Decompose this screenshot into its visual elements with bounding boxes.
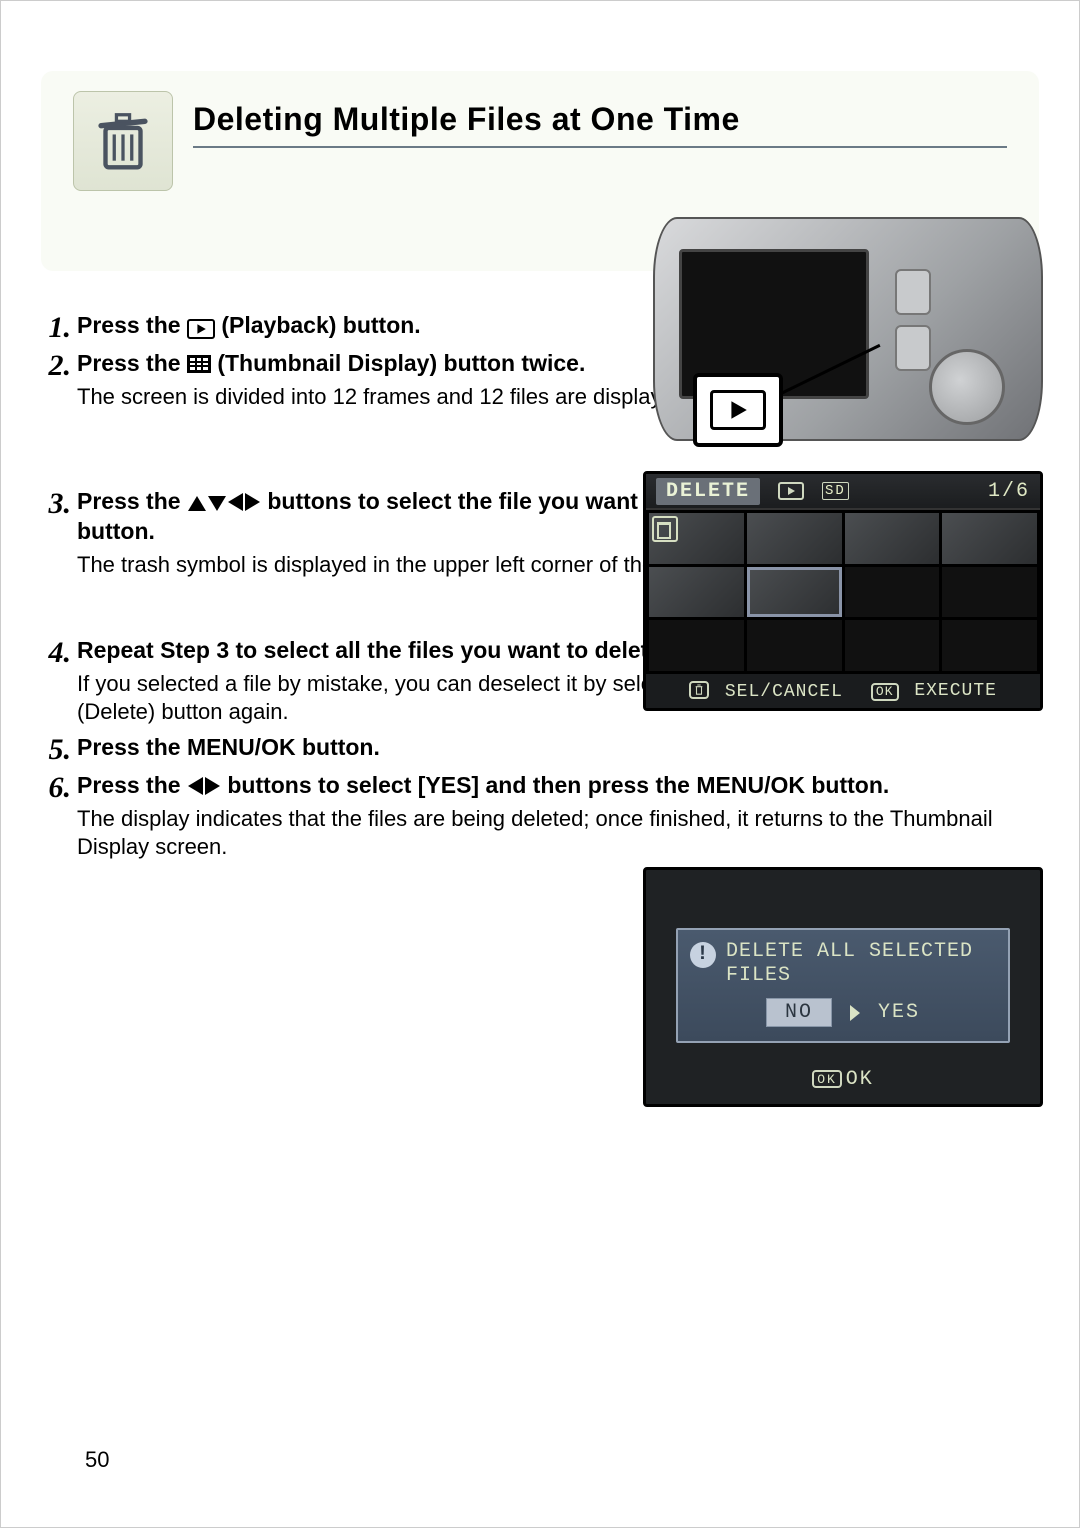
title-rule [193, 146, 1007, 148]
page-number: 50 [85, 1447, 109, 1473]
section-trash-icon [73, 91, 173, 191]
dialog-text: DELETE ALL SELECTED FILES [726, 940, 996, 988]
step-number: 5 [41, 735, 77, 765]
thumb-cell-empty [845, 567, 940, 618]
step-number: 1 [41, 313, 77, 343]
arrow-right-icon [205, 777, 220, 795]
thumb-cell-empty [845, 620, 940, 671]
step3-text-a: Press the [77, 488, 187, 514]
step1-text-a: Press the [77, 312, 187, 338]
dialog-ok-label: OK [846, 1068, 874, 1091]
thumb-cell [845, 513, 940, 564]
dpad-icon [187, 488, 267, 514]
step1-text-b: (Playback) button. [221, 312, 420, 338]
ok-pill-icon: OK [871, 683, 899, 701]
arrow-left-icon [188, 777, 203, 795]
step-number: 3 [41, 489, 77, 579]
playback-icon [710, 390, 766, 430]
step-number: 4 [41, 638, 77, 727]
arrow-left-icon [228, 493, 243, 511]
thumb-cell-empty [649, 620, 744, 671]
step2-text-a: Press the [77, 350, 187, 376]
ok-pill-icon: OK [812, 1070, 842, 1088]
arrow-up-icon [188, 496, 206, 511]
thumb-cell-empty [942, 567, 1037, 618]
step5-text-a: Press the [77, 734, 187, 760]
arrow-down-icon [208, 496, 226, 511]
thumb-cell-selected [747, 567, 842, 618]
arrow-right-icon [245, 493, 260, 511]
page-title: Deleting Multiple Files at One Time [193, 101, 1007, 146]
lcd-execute: EXECUTE [914, 681, 997, 701]
lcd-delete-tab: DELETE [656, 478, 760, 505]
figure-lcd-thumbnails: DELETE SD 1/6 [643, 471, 1043, 711]
arrow-right-icon [850, 1005, 860, 1021]
warning-icon: ! [690, 942, 716, 968]
thumb-cell [747, 513, 842, 564]
thumb-cell [942, 513, 1037, 564]
playback-callout [693, 373, 783, 447]
sd-icon: SD [822, 482, 849, 500]
figure-lcd-confirm: ! DELETE ALL SELECTED FILES NO YES OK OK [643, 867, 1043, 1107]
step4-body-b: (Delete) button again. [77, 699, 289, 724]
thumb-cell-empty [747, 620, 842, 671]
play-mode-icon [778, 482, 804, 500]
trash-pill-icon [689, 681, 709, 699]
thumb-cell [649, 513, 744, 564]
step-number: 6 [41, 773, 77, 862]
figure-camera [643, 197, 1043, 441]
menu-ok-label: MENU/OK [187, 734, 296, 760]
lcd-sel-cancel: SEL/CANCEL [725, 682, 843, 702]
step2-text-b: (Thumbnail Display) button twice. [217, 350, 585, 376]
trash-icon [88, 106, 158, 176]
playback-icon [187, 319, 215, 339]
dialog-no: NO [766, 998, 832, 1027]
step-6: 6 Press the buttons to select [YES] and … [41, 771, 1039, 862]
dialog-yes: YES [878, 1001, 920, 1024]
thumb-cell [649, 567, 744, 618]
step-5: 5 Press the MENU/OK button. [41, 733, 1039, 765]
step6-text-c: button. [811, 772, 889, 798]
step6-text-a: Press the [77, 772, 187, 798]
thumbnail-icon [187, 355, 211, 373]
step6-text-b: buttons to select [YES] and then press t… [227, 772, 696, 798]
left-right-icon [187, 772, 227, 798]
thumb-cell-empty [942, 620, 1037, 671]
lcd-counter: 1/6 [988, 480, 1030, 503]
step5-text-b: button. [296, 734, 380, 760]
menu-ok-label: MENU/OK [696, 772, 805, 798]
step6-body: The display indicates that the files are… [77, 805, 1039, 862]
step-number: 2 [41, 351, 77, 411]
